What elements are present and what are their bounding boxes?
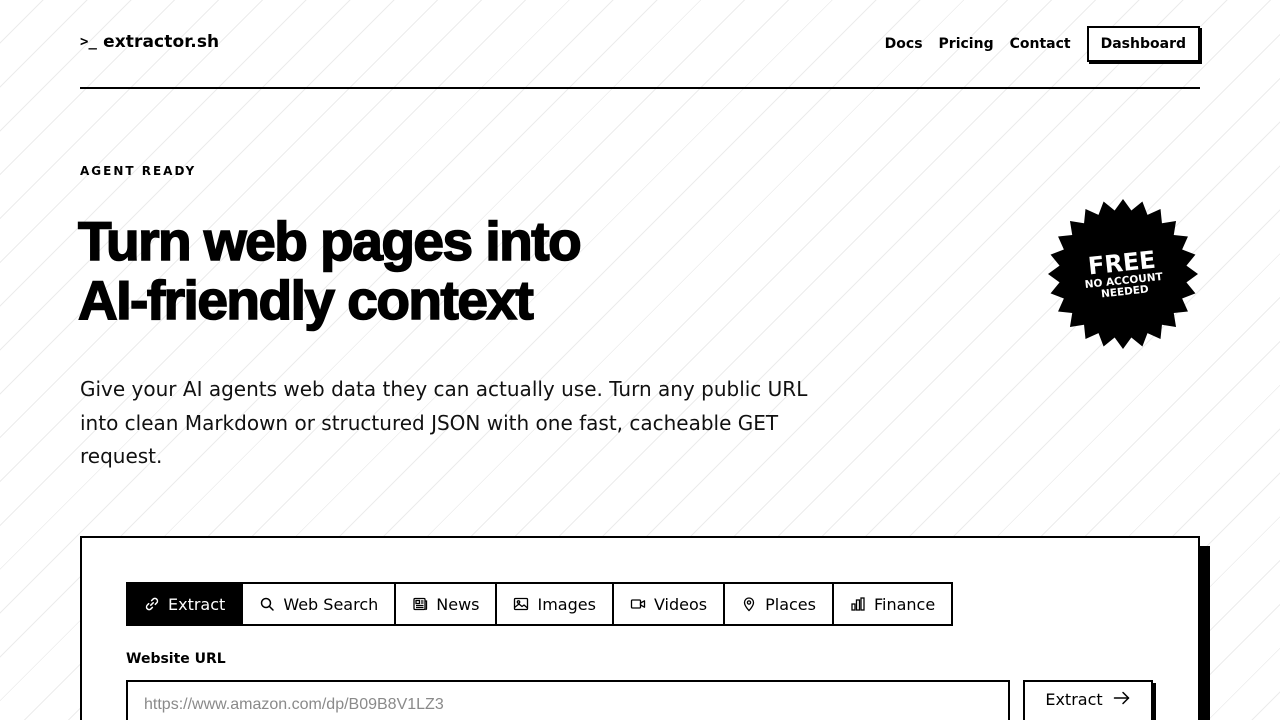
main-nav: Docs Pricing Contact Dashboard (869, 24, 1200, 64)
logo-text: extractor.sh (103, 32, 220, 52)
map-pin-icon (741, 596, 757, 612)
tab-news[interactable]: News (396, 584, 498, 624)
extract-button-label: Extract (1045, 690, 1103, 709)
url-field-label: Website URL (126, 651, 226, 667)
extract-card: Extract Web Search News Images Videos Pl… (80, 536, 1200, 720)
tab-finance[interactable]: Finance (833, 584, 952, 624)
tab-label: Finance (873, 594, 936, 614)
tab-label: Places (765, 594, 816, 614)
tab-web-search[interactable]: Web Search (243, 584, 397, 624)
image-icon (513, 596, 529, 612)
link-icon (144, 596, 160, 612)
tab-places[interactable]: Places (725, 584, 834, 624)
nav-link-contact[interactable]: Contact (1010, 36, 1071, 52)
tab-label: Web Search (283, 594, 379, 614)
bar-chart-icon (850, 596, 866, 612)
logo[interactable]: >_ extractor.sh (80, 32, 219, 52)
hero-eyebrow: AGENT READY (80, 164, 197, 178)
mode-tabs: Extract Web Search News Images Videos Pl… (126, 582, 954, 626)
video-icon (630, 596, 646, 612)
nav-link-docs[interactable]: Docs (885, 36, 923, 52)
site-header: >_ extractor.sh Docs Pricing Contact Das… (80, 24, 1200, 89)
search-icon (259, 596, 275, 612)
newspaper-icon (412, 596, 428, 612)
arrow-right-icon (1113, 690, 1131, 709)
tab-label: News (436, 594, 480, 614)
hero-headline: Turn web pages into AI-friendly context (77, 210, 798, 331)
url-input[interactable] (126, 680, 1010, 720)
tab-videos[interactable]: Videos (613, 584, 726, 624)
dashboard-button[interactable]: Dashboard (1086, 26, 1200, 62)
page: >_ extractor.sh Docs Pricing Contact Das… (0, 0, 1280, 720)
nav-link-pricing[interactable]: Pricing (939, 36, 994, 52)
hero-headline-line-2: AI-friendly context (77, 269, 534, 331)
tab-label: Extract (168, 594, 226, 614)
free-badge: FREE NO ACCOUNT NEEDED (1047, 198, 1199, 350)
tab-label: Images (537, 594, 596, 614)
badge-text: FREE NO ACCOUNT NEEDED (1039, 190, 1206, 357)
hero-subtitle: Give your AI agents web data they can ac… (80, 377, 808, 468)
hero-headline-line-1: Turn web pages into (77, 210, 582, 272)
terminal-prompt-icon: >_ (80, 34, 98, 50)
tab-images[interactable]: Images (497, 584, 614, 624)
tab-extract[interactable]: Extract (128, 584, 244, 624)
tab-label: Videos (653, 594, 708, 614)
extract-submit-button[interactable]: Extract (1023, 680, 1153, 720)
